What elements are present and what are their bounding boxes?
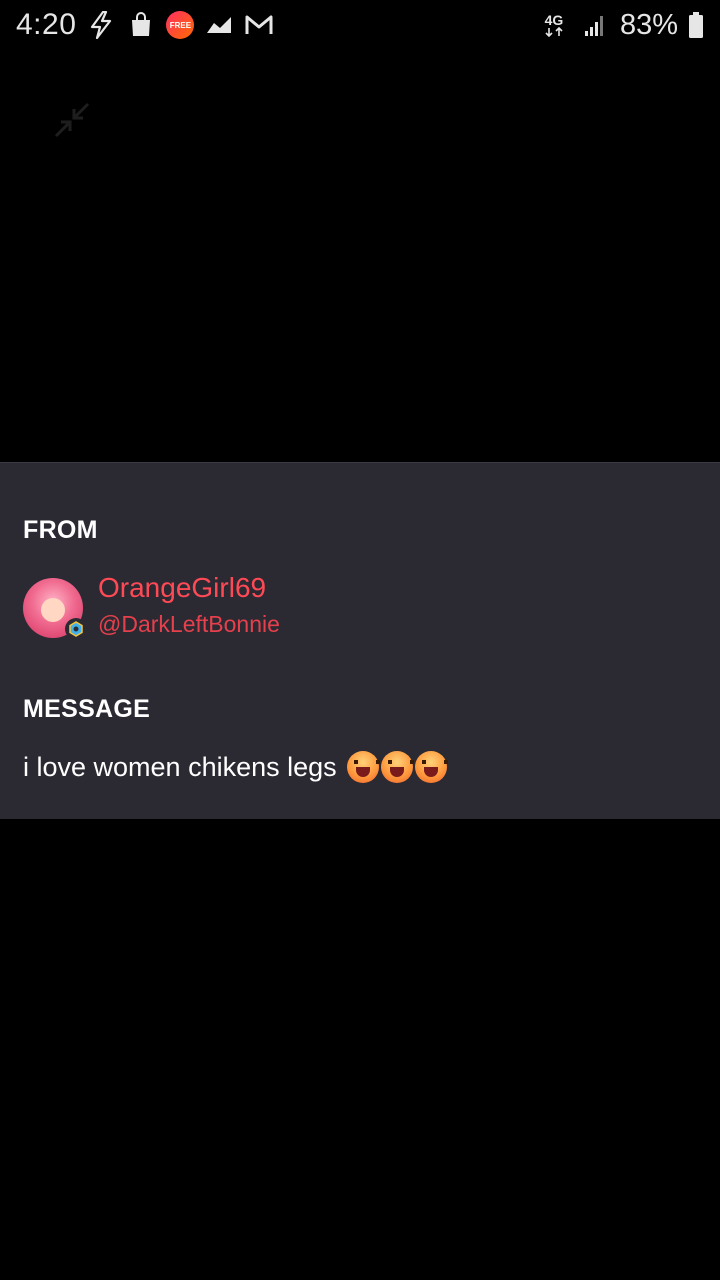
chart-icon bbox=[204, 10, 234, 40]
collapse-arrows-icon bbox=[54, 102, 90, 138]
battery-percent: 83% bbox=[619, 8, 678, 41]
sender-info[interactable]: OrangeGirl69 @DarkLeftBonnie bbox=[23, 573, 280, 640]
message-body: i love women chikens legs bbox=[23, 751, 337, 782]
username[interactable]: @DarkLeftBonnie bbox=[98, 609, 280, 639]
battery-icon bbox=[688, 10, 704, 40]
4g-icon: 4G bbox=[538, 10, 570, 40]
avatar[interactable] bbox=[23, 578, 87, 640]
collapse-button[interactable] bbox=[50, 98, 94, 142]
hypesquad-badge-icon bbox=[65, 618, 87, 640]
message-label: MESSAGE bbox=[23, 695, 151, 723]
display-name[interactable]: OrangeGirl69 bbox=[98, 573, 280, 603]
lightning-bolt-icon bbox=[86, 10, 116, 40]
signal-icon bbox=[580, 10, 610, 40]
sender-text: OrangeGirl69 @DarkLeftBonnie bbox=[98, 573, 280, 639]
avatar-face bbox=[41, 598, 65, 622]
status-left: 4:20 FREE bbox=[16, 8, 274, 42]
screen: 4:20 FREE 4G 83% FROM OrangeGirl69 @Dark… bbox=[0, 0, 720, 1280]
shopping-bag-icon bbox=[126, 10, 156, 40]
from-label: FROM bbox=[23, 516, 98, 544]
drooling-face-emoji-icon bbox=[414, 751, 448, 783]
free-app-icon: FREE bbox=[166, 11, 195, 39]
status-bar: 4:20 FREE 4G 83% bbox=[0, 0, 720, 50]
status-time: 4:20 bbox=[16, 8, 77, 41]
status-right: 4G 83% bbox=[538, 9, 704, 42]
drooling-face-emoji-icon bbox=[346, 751, 380, 783]
message-card: FROM OrangeGirl69 @DarkLeftBonnie MESSAG… bbox=[0, 462, 720, 819]
drooling-face-emoji-icon bbox=[380, 751, 414, 783]
message-text: i love women chikens legs bbox=[23, 751, 448, 783]
gmail-icon bbox=[244, 10, 274, 40]
